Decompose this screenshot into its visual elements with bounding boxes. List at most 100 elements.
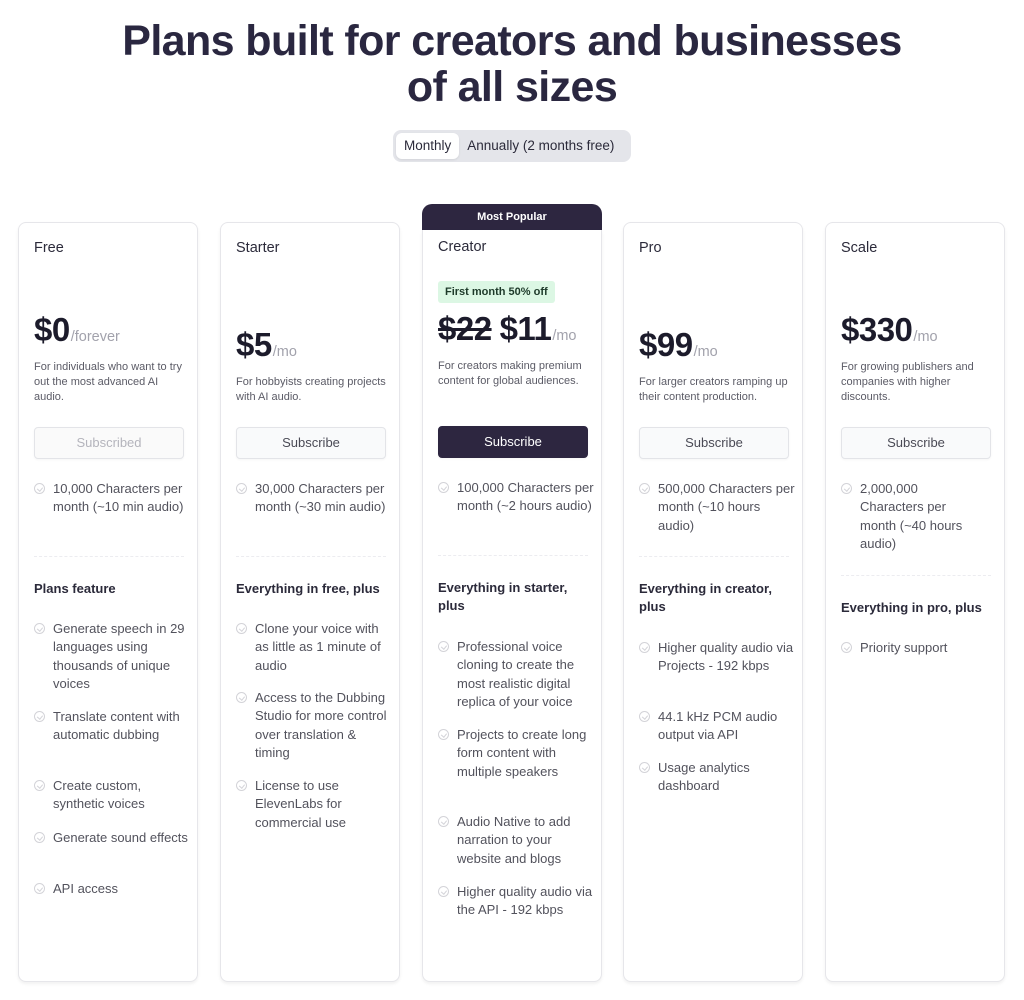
quota-text: 10,000 Characters per month (~10 min aud… — [53, 481, 184, 515]
check-circle-icon — [438, 482, 449, 493]
most-popular-banner: Most Popular — [422, 204, 602, 230]
plan-card-scale: Scale $330 /mo For growing publishers an… — [825, 222, 1005, 982]
divider — [438, 555, 588, 556]
subscribe-button[interactable]: Subscribe — [438, 426, 588, 458]
quota-item: 100,000 Characters per month (~2 hours a… — [438, 479, 596, 516]
quota-text: 2,000,000 Characters per month (~40 hour… — [860, 481, 963, 551]
feature-text: Usage analytics dashboard — [658, 760, 750, 794]
page-title-line-1: Plans built for creators and businesses — [122, 17, 902, 65]
feature-item: Projects to create long form content wit… — [438, 726, 596, 781]
plan-description: For larger creators ramping up their con… — [639, 376, 788, 403]
divider — [841, 575, 991, 576]
original-price: $22 — [438, 310, 492, 347]
check-circle-icon — [639, 642, 650, 653]
price-unit: /forever — [70, 329, 120, 345]
check-circle-icon — [236, 623, 247, 634]
plan-name: Scale — [841, 240, 878, 256]
feature-item: Usage analytics dashboard — [639, 759, 797, 796]
feature-text: 44.1 kHz PCM audio output via API — [658, 709, 778, 743]
feature-text: Audio Native to add narration to your we… — [457, 814, 571, 866]
feature-item: Access to the Dubbing Studio for more co… — [236, 689, 394, 762]
check-circle-icon — [34, 711, 45, 722]
feature-item: Priority support — [841, 639, 999, 657]
feature-text: Higher quality audio via the API - 192 k… — [457, 884, 593, 918]
price-amount: $330 — [841, 311, 913, 348]
check-circle-icon — [34, 483, 45, 494]
check-circle-icon — [34, 780, 45, 791]
feature-item: Higher quality audio via Projects - 192 … — [639, 639, 797, 676]
toggle-monthly[interactable]: Monthly — [396, 133, 460, 159]
quota-text: 100,000 Characters per month (~2 hours a… — [457, 480, 594, 514]
check-circle-icon — [34, 623, 45, 634]
plan-name: Pro — [639, 240, 662, 256]
check-circle-icon — [438, 729, 449, 740]
page-title: Plans built for creators and businesses … — [0, 18, 1024, 110]
plan-price: $0 /forever — [34, 311, 120, 349]
plan-description: For hobbyists creating projects with AI … — [236, 376, 386, 403]
feature-item: Translate content with automatic dubbing — [34, 708, 192, 745]
check-circle-icon — [438, 886, 449, 897]
check-circle-icon — [438, 641, 449, 652]
feature-text: Generate sound effects — [53, 830, 188, 845]
plan-description: For growing publishers and companies wit… — [841, 361, 974, 403]
feature-text: Translate content with automatic dubbing — [53, 709, 180, 743]
plan-card-free: Free $0 /forever For individuals who wan… — [18, 222, 198, 982]
price-unit: /mo — [913, 329, 938, 345]
subscribed-button[interactable]: Subscribed — [34, 427, 184, 459]
features-heading: Everything in free, plus — [236, 581, 380, 596]
check-circle-icon — [34, 883, 45, 894]
promo-badge: First month 50% off — [438, 281, 555, 303]
quota-item: 10,000 Characters per month (~10 min aud… — [34, 480, 192, 517]
feature-item: Generate sound effects — [34, 829, 192, 847]
check-circle-icon — [841, 483, 852, 494]
feature-text: License to use ElevenLabs for commercial… — [255, 778, 347, 830]
feature-item: Clone your voice with as little as 1 min… — [236, 620, 394, 675]
features-heading: Everything in creator, plus — [639, 581, 772, 615]
feature-item: Audio Native to add narration to your we… — [438, 813, 596, 868]
check-circle-icon — [639, 483, 650, 494]
features-heading: Plans feature — [34, 581, 116, 596]
plan-name: Free — [34, 240, 64, 256]
feature-item: Generate speech in 29 languages using th… — [34, 620, 192, 693]
feature-text: Create custom, synthetic voices — [53, 778, 145, 812]
check-circle-icon — [438, 816, 449, 827]
check-circle-icon — [236, 780, 247, 791]
billing-period-toggle[interactable]: Monthly Annually (2 months free) — [393, 130, 631, 162]
plan-card-starter: Starter $5 /mo For hobbyists creating pr… — [220, 222, 400, 982]
subscribe-button[interactable]: Subscribe — [236, 427, 386, 459]
price-amount: $5 — [236, 326, 272, 363]
feature-text: Clone your voice with as little as 1 min… — [255, 621, 381, 673]
feature-text: Priority support — [860, 640, 948, 655]
subscribe-button[interactable]: Subscribe — [639, 427, 789, 459]
quota-item: 30,000 Characters per month (~30 min aud… — [236, 480, 394, 517]
feature-item: Create custom, synthetic voices — [34, 777, 192, 814]
page-title-line-2: of all sizes — [406, 63, 618, 111]
quota-item: 500,000 Characters per month (~10 hours … — [639, 480, 797, 535]
feature-text: Higher quality audio via Projects - 192 … — [658, 640, 794, 674]
plan-card-creator: Creator First month 50% off $22 $11 /mo … — [422, 230, 602, 982]
feature-text: Generate speech in 29 languages using th… — [53, 621, 185, 691]
check-circle-icon — [841, 642, 852, 653]
price-amount: $99 — [639, 326, 693, 363]
check-circle-icon — [236, 483, 247, 494]
toggle-annually[interactable]: Annually (2 months free) — [459, 133, 622, 159]
plan-name: Creator — [438, 239, 487, 255]
plan-description: For individuals who want to try out the … — [34, 361, 182, 403]
plan-name: Starter — [236, 240, 280, 256]
feature-item: API access — [34, 880, 192, 898]
check-circle-icon — [34, 832, 45, 843]
plan-price: $99 /mo — [639, 326, 718, 364]
quota-text: 500,000 Characters per month (~10 hours … — [658, 481, 795, 533]
feature-text: Projects to create long form content wit… — [457, 727, 587, 779]
plan-price: $5 /mo — [236, 326, 297, 364]
feature-item: Professional voice cloning to create the… — [438, 638, 596, 711]
subscribe-button[interactable]: Subscribe — [841, 427, 991, 459]
divider — [34, 556, 184, 557]
price-unit: /mo — [693, 344, 718, 360]
price-unit: /mo — [552, 328, 577, 344]
quota-text: 30,000 Characters per month (~30 min aud… — [255, 481, 386, 515]
quota-item: 2,000,000 Characters per month (~40 hour… — [841, 480, 981, 553]
features-heading: Everything in starter, plus — [438, 580, 568, 614]
feature-text: Access to the Dubbing Studio for more co… — [255, 690, 387, 760]
plan-price: $330 /mo — [841, 311, 938, 349]
